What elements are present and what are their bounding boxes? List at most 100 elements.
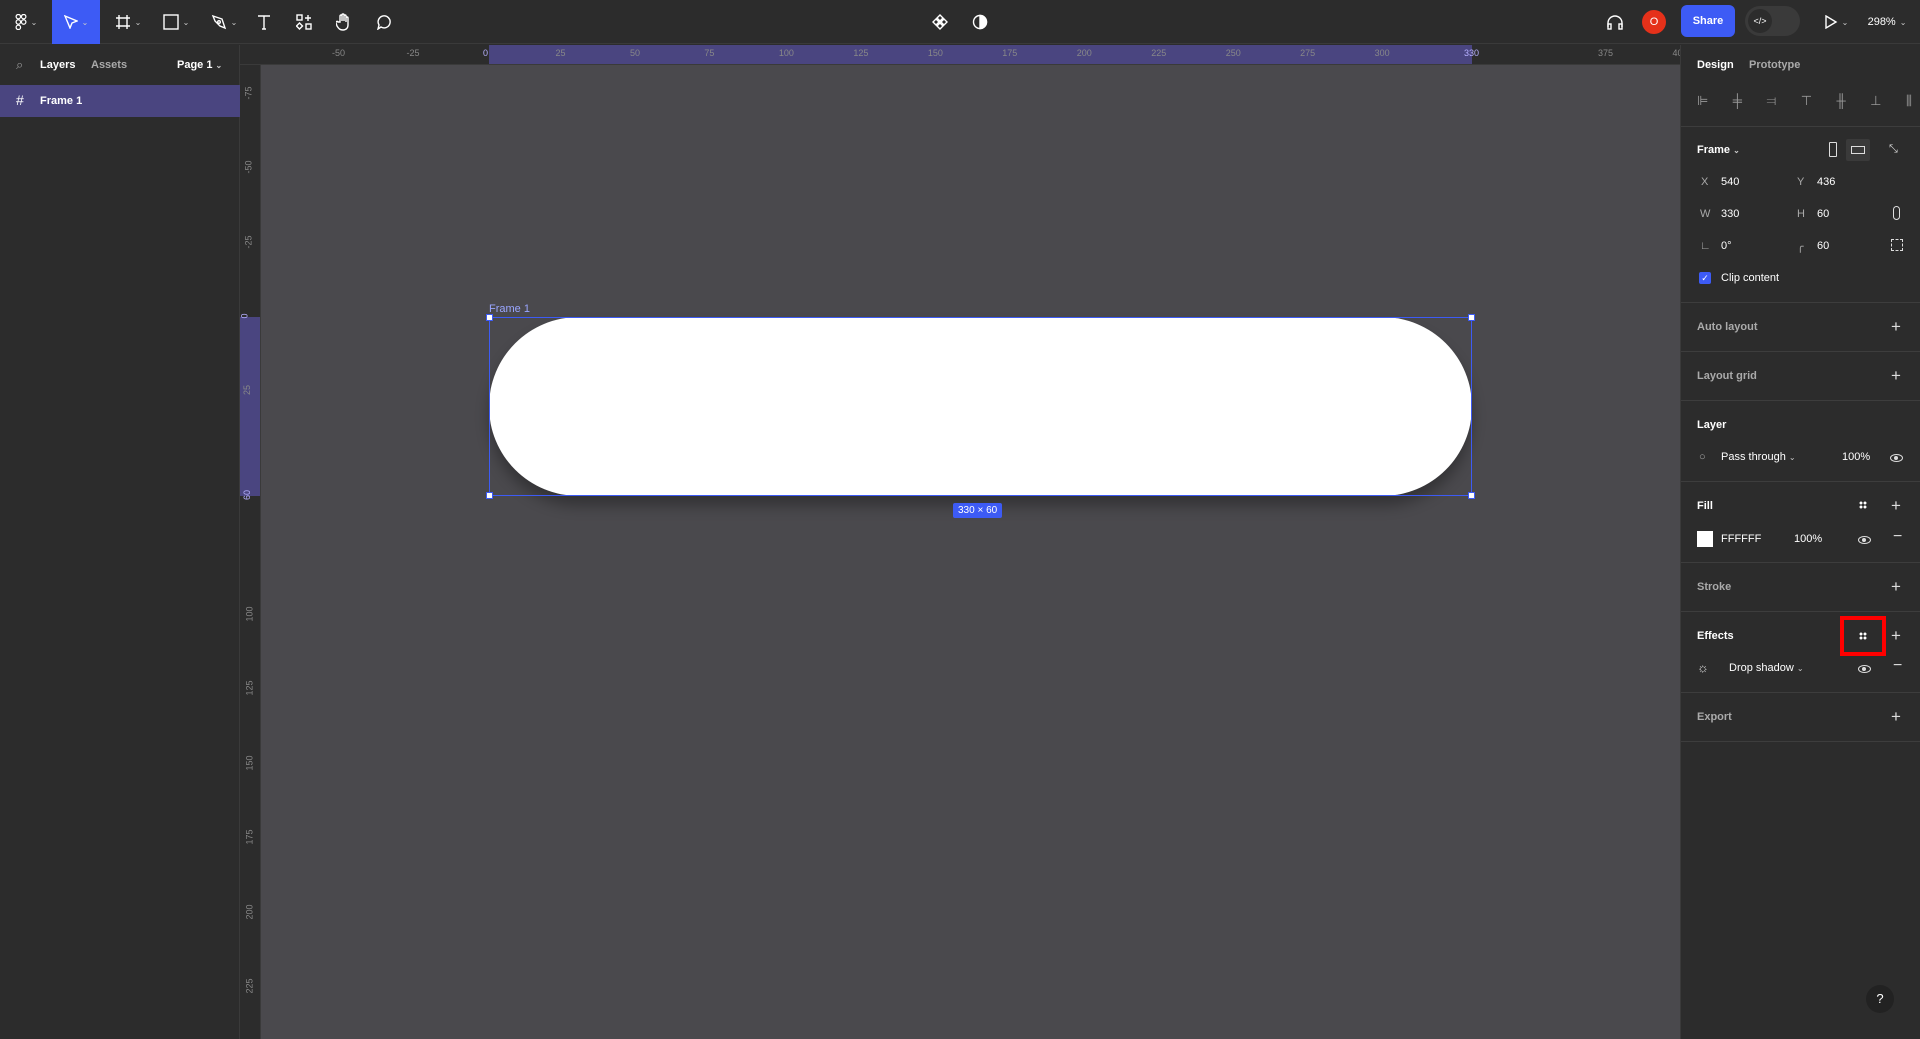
add-export-icon[interactable]: +	[1891, 708, 1901, 725]
comment-tool-button[interactable]	[370, 0, 398, 44]
align-top-icon[interactable]: ⊤	[1801, 93, 1812, 109]
layout-grid-title: Layout grid	[1697, 370, 1757, 382]
ruler-label: 400	[1672, 48, 1681, 58]
add-effect-icon[interactable]: +	[1891, 627, 1901, 644]
constrain-proportions-icon[interactable]	[1893, 206, 1900, 220]
frame-icon: #	[16, 92, 24, 108]
resize-handle[interactable]	[1468, 492, 1475, 499]
share-button[interactable]: Share	[1681, 5, 1735, 37]
fill-color-swatch[interactable]	[1697, 531, 1713, 547]
add-fill-icon[interactable]: +	[1891, 497, 1901, 514]
height-input[interactable]: 60	[1817, 208, 1829, 220]
rectangle-tool-button[interactable]: ⌄	[158, 0, 194, 44]
eye-icon[interactable]	[1858, 536, 1871, 544]
layer-item[interactable]: # Frame 1	[0, 85, 240, 117]
style-grid-icon[interactable]	[1859, 632, 1867, 640]
add-layout-grid-icon[interactable]: +	[1891, 367, 1901, 384]
audio-button[interactable]	[1603, 0, 1627, 44]
effect-type-label: Drop shadow	[1729, 662, 1794, 674]
cursor-icon	[63, 15, 78, 29]
fill-opacity-input[interactable]: 100%	[1794, 533, 1822, 545]
resources-icon	[296, 14, 312, 30]
ruler-label: 125	[244, 680, 255, 696]
help-button[interactable]: ?	[1866, 985, 1894, 1013]
frame-label[interactable]: Frame 1	[489, 303, 530, 315]
corner-radius-input[interactable]: 60	[1817, 240, 1829, 252]
align-right-icon[interactable]: ⫤	[1766, 93, 1776, 109]
y-input[interactable]: 436	[1817, 176, 1835, 188]
resize-handle[interactable]	[486, 314, 493, 321]
hand-tool-button[interactable]	[330, 0, 358, 44]
components-button[interactable]	[928, 0, 952, 44]
ruler-label: 25	[242, 385, 253, 396]
ruler-selection-highlight	[240, 317, 260, 496]
eye-icon[interactable]	[1890, 454, 1903, 462]
resources-button[interactable]	[290, 0, 318, 44]
landscape-button[interactable]	[1846, 139, 1870, 161]
portrait-icon[interactable]	[1829, 142, 1837, 157]
rectangle-icon	[162, 14, 179, 30]
distribute-icon[interactable]: ⫼	[1906, 93, 1912, 109]
play-icon	[1824, 15, 1838, 29]
independent-corners-icon[interactable]	[1891, 239, 1903, 251]
chevron-down-icon: ⌄	[1841, 17, 1849, 27]
sun-icon[interactable]: ☼	[1697, 660, 1709, 675]
add-auto-layout-icon[interactable]: +	[1891, 318, 1901, 335]
tab-layers[interactable]: Layers	[40, 59, 75, 71]
ruler-label: 0	[483, 48, 489, 58]
frame-tool-button[interactable]: ⌄	[110, 0, 146, 44]
ruler-label: 300	[1374, 48, 1390, 58]
canvas[interactable]: Frame 1 330 × 60	[261, 65, 1680, 1039]
blend-mode-label: Pass through	[1721, 451, 1786, 463]
avatar[interactable]: O	[1642, 0, 1666, 44]
main-menu-button[interactable]: ⌄	[8, 0, 44, 44]
ruler-label: -50	[332, 48, 346, 58]
width-input[interactable]: 330	[1721, 208, 1739, 220]
frame-section-title[interactable]: Frame ⌄	[1697, 144, 1740, 156]
resize-to-fit-icon[interactable]: ⤡	[1889, 143, 1898, 156]
search-icon[interactable]: ⌕	[16, 57, 23, 73]
pen-tool-button[interactable]: ⌄	[206, 0, 242, 44]
clip-content-checkbox[interactable]: ✓	[1699, 272, 1711, 284]
resize-handle[interactable]	[486, 492, 493, 499]
eye-icon[interactable]	[1858, 665, 1871, 673]
blend-mode-dropdown[interactable]: Pass through ⌄	[1721, 451, 1796, 463]
add-stroke-icon[interactable]: +	[1891, 578, 1901, 595]
corner-radius-icon: ╭	[1797, 241, 1804, 253]
resize-handle[interactable]	[1468, 314, 1475, 321]
ruler-label: 225	[244, 978, 255, 994]
remove-fill-icon[interactable]: −	[1893, 529, 1902, 545]
x-input[interactable]: 540	[1721, 176, 1739, 188]
layer-opacity-input[interactable]: 100%	[1842, 451, 1870, 463]
align-horizontal-center-icon[interactable]: ╪	[1733, 93, 1742, 109]
layers-panel: ⌕ Layers Assets Page 1 ⌄ # Frame 1	[0, 45, 240, 1039]
chevron-down-icon: ⌄	[1796, 664, 1804, 673]
w-label: W	[1700, 208, 1711, 220]
page-label: Page 1	[177, 59, 213, 71]
theme-toggle-button[interactable]	[968, 0, 992, 44]
ruler-label: 150	[927, 48, 943, 58]
fill-hex-input[interactable]: FFFFFF	[1721, 533, 1761, 545]
ruler-label: 200	[1076, 48, 1092, 58]
present-button[interactable]: ⌄	[1818, 0, 1854, 44]
chevron-down-icon: ⌄	[1788, 453, 1796, 462]
effect-type-dropdown[interactable]: Drop shadow ⌄	[1729, 662, 1804, 674]
page-selector[interactable]: Page 1 ⌄	[177, 59, 222, 71]
tab-assets[interactable]: Assets	[91, 59, 127, 71]
zoom-dropdown[interactable]: 298% ⌄	[1862, 0, 1912, 44]
layer-name: Frame 1	[40, 95, 83, 107]
size-badge: 330 × 60	[953, 503, 1003, 518]
remove-effect-icon[interactable]: −	[1893, 658, 1902, 674]
ruler-label: -50	[243, 160, 254, 174]
style-grid-icon[interactable]	[1859, 501, 1867, 509]
dev-mode-toggle[interactable]: </>	[1745, 6, 1800, 36]
rotation-input[interactable]: 0°	[1721, 240, 1732, 252]
tab-design[interactable]: Design	[1697, 59, 1734, 71]
tab-prototype[interactable]: Prototype	[1749, 59, 1800, 71]
align-bottom-icon[interactable]: ⊥	[1870, 93, 1881, 109]
text-tool-button[interactable]	[250, 0, 278, 44]
align-vertical-center-icon[interactable]: ╫	[1837, 93, 1846, 109]
align-left-icon[interactable]: ⊫	[1697, 93, 1708, 109]
move-tool-button[interactable]: ⌄	[52, 0, 100, 44]
frame-title: Frame	[1697, 144, 1731, 156]
